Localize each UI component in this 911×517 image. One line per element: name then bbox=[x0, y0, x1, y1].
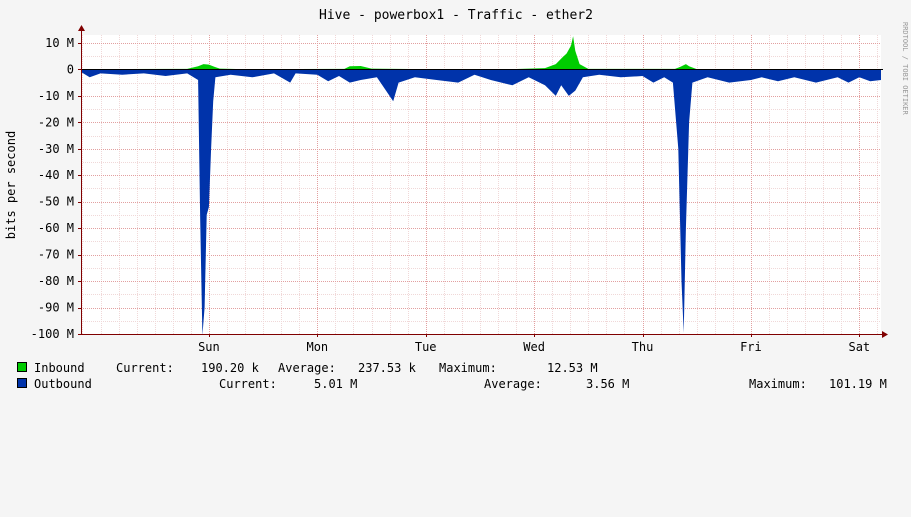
legend-outbound-maximum-value: 101.19 M bbox=[829, 377, 887, 391]
x-tick-label: Sat bbox=[848, 340, 870, 354]
y-tick-label: 10 M bbox=[45, 36, 74, 50]
legend-inbound-maximum-label: Maximum: bbox=[439, 361, 497, 375]
y-tick-label: -50 M bbox=[38, 195, 74, 209]
legend-inbound-name: Inbound bbox=[34, 361, 85, 375]
legend-outbound-name: Outbound bbox=[34, 377, 92, 391]
legend-outbound-maximum-label: Maximum: bbox=[749, 377, 807, 391]
legend-inbound-average-label: Average: bbox=[278, 361, 336, 375]
legend-inbound-current-value: 190.20 k bbox=[201, 361, 259, 375]
x-tick-label: Tue bbox=[415, 340, 437, 354]
y-tick-label: 0 bbox=[67, 62, 74, 76]
x-axis-arrow bbox=[882, 331, 888, 338]
x-tick-label: Sun bbox=[198, 340, 220, 354]
outbound-swatch bbox=[17, 378, 27, 388]
legend-row-inbound: Inbound Current: 190.20 k Average: 237.5… bbox=[17, 361, 897, 375]
y-tick-label: -10 M bbox=[38, 89, 74, 103]
chart-title: Hive - powerbox1 - Traffic - ether2 bbox=[319, 8, 593, 23]
x-tick-label: Wed bbox=[523, 340, 545, 354]
legend-inbound-average-value: 237.53 k bbox=[358, 361, 416, 375]
y-tick-label: -60 M bbox=[38, 221, 74, 235]
rrd-graph: 10 M 0 -10 M -20 M -30 M -40 M -50 M -60 M -70 M… bbox=[0, 0, 911, 400]
x-tick-label: Thu bbox=[632, 340, 654, 354]
legend-outbound-current-value: 5.01 M bbox=[314, 377, 358, 391]
y-tick-label: -30 M bbox=[38, 142, 74, 156]
x-tick-label: Mon bbox=[306, 340, 328, 354]
legend-inbound-maximum-value: 12.53 M bbox=[547, 361, 598, 375]
y-tick-label: -90 M bbox=[38, 301, 74, 315]
y-axis-label: bits per second bbox=[4, 131, 18, 239]
legend-inbound-current-label: Current: bbox=[116, 361, 174, 375]
legend-outbound-average-label: Average: bbox=[484, 377, 542, 391]
y-tick-label: -40 M bbox=[38, 168, 74, 182]
x-tick-label: Fri bbox=[740, 340, 762, 354]
inbound-swatch bbox=[17, 362, 27, 372]
y-tick-label: -20 M bbox=[38, 115, 74, 129]
y-tick-label: -100 M bbox=[31, 327, 74, 341]
y-tick-label: -70 M bbox=[38, 248, 74, 262]
traffic-chart: 10 M 0 -10 M -20 M -30 M -40 M -50 M -60 M -70 M… bbox=[4, 8, 909, 354]
legend-outbound-current-label: Current: bbox=[219, 377, 277, 391]
rrdtool-watermark: RRDTOOL / TOBI OETIKER bbox=[901, 22, 909, 116]
y-axis-arrow bbox=[78, 25, 85, 31]
legend-outbound-average-value: 3.56 M bbox=[586, 377, 630, 391]
y-tick-label: -80 M bbox=[38, 274, 74, 288]
legend-row-outbound: Outbound Current: 5.01 M Average: 3.56 M… bbox=[17, 377, 897, 391]
